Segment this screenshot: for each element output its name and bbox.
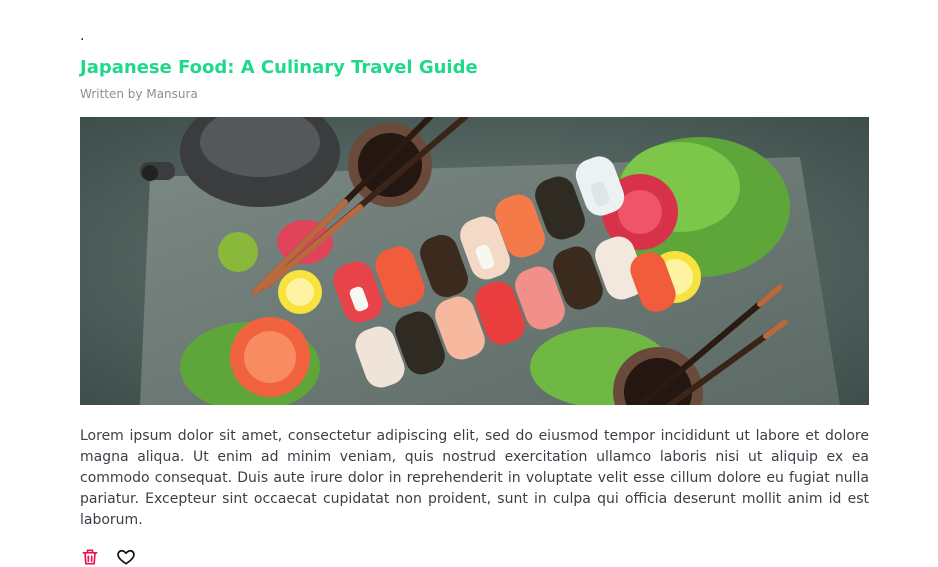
trash-icon	[82, 549, 98, 565]
post-author: Written by Mansura	[80, 87, 198, 101]
heart-icon	[117, 549, 135, 565]
like-button[interactable]	[116, 547, 136, 567]
sushi-platter-illustration	[80, 117, 869, 405]
post-body: Lorem ipsum dolor sit amet, consectetur …	[80, 428, 869, 528]
post-card: . Japanese Food: A Culinary Travel Guide…	[80, 28, 869, 567]
post-image	[80, 117, 869, 405]
post-title: Japanese Food: A Culinary Travel Guide	[80, 57, 478, 78]
post-marker: .	[80, 28, 85, 44]
post-actions	[80, 547, 869, 567]
delete-button[interactable]	[80, 547, 100, 567]
